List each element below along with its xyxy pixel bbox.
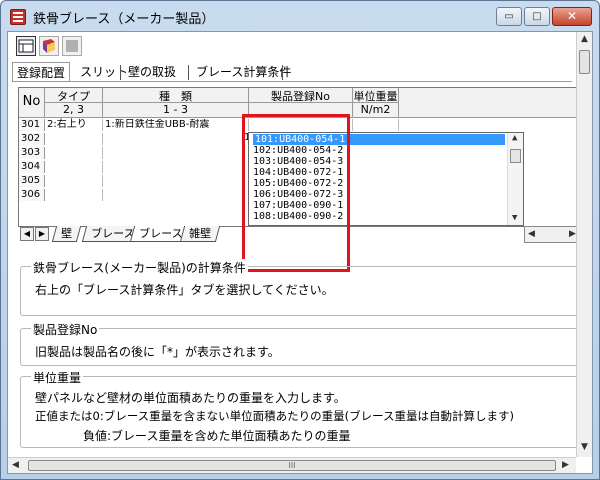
- unit-group-title: 単位重量: [31, 369, 84, 386]
- unit-group-text-2: 正値または0:ブレース重量を含まない単位面積あたりの重量(ブレース重量は自動計算…: [35, 409, 515, 423]
- disabled-tool-icon[interactable]: [62, 36, 82, 56]
- scroll-up-icon[interactable]: ▲: [581, 34, 588, 44]
- calc-group-title: 鉄骨ブレース(メーカー製品)の計算条件: [31, 259, 248, 276]
- tab-registration[interactable]: 登録配置: [12, 62, 71, 82]
- scroll-down-icon[interactable]: ▼: [581, 442, 588, 452]
- header-no[interactable]: No: [19, 88, 45, 118]
- main-window: 鉄骨ブレース（メーカー製品） ▭ □ ✕ 登録配置 スリット 壁の取扱 ブレース…: [0, 0, 600, 480]
- window-title: 鉄骨ブレース（メーカー製品）: [33, 12, 215, 27]
- minimize-button[interactable]: ▭: [496, 7, 522, 26]
- scroll-right-icon[interactable]: ▶: [569, 229, 576, 239]
- highlight-annotation: [242, 114, 350, 272]
- unit-group-text-1: 壁パネルなど壁材の単位面積あたりの重量を入力します。: [35, 391, 346, 405]
- unit-weight-group: 単位重量 壁パネルなど壁材の単位面積あたりの重量を入力します。 正値または0:ブ…: [20, 369, 580, 448]
- product-group-text: 旧製品は製品名の後に「*」が表示されます。: [35, 345, 280, 359]
- grid-hscrollbar[interactable]: ◀ ▶: [524, 226, 582, 243]
- subheader-type: 2, 3: [45, 103, 103, 118]
- close-button[interactable]: ✕: [552, 7, 592, 26]
- title-bar[interactable]: 鉄骨ブレース（メーカー製品） ▭ □ ✕: [1, 1, 599, 31]
- header-product-no[interactable]: 製品登録No: [249, 88, 353, 103]
- scroll-right-icon[interactable]: ▶: [562, 460, 569, 470]
- book-icon[interactable]: [39, 36, 59, 56]
- product-group-title: 製品登録No: [31, 321, 100, 338]
- row-no: 303: [19, 147, 45, 159]
- sheet-tab-misc-wall[interactable]: 雑壁: [179, 226, 221, 242]
- scroll-up-icon[interactable]: ▲: [512, 133, 517, 143]
- dropdown-scroll-thumb[interactable]: [510, 149, 521, 163]
- layout-tool-icon[interactable]: [16, 36, 36, 56]
- cell-kind[interactable]: 1:新日鉄住金UBB-耐震: [103, 119, 249, 131]
- scroll-down-icon[interactable]: ▼: [512, 213, 517, 223]
- scroll-grip-icon: III: [288, 461, 296, 470]
- tab-bar: 登録配置 スリット 壁の取扱 ブレース計算条件: [12, 62, 572, 82]
- client-area: 登録配置 スリット 壁の取扱 ブレース計算条件 No タイプ 種 類 製品登録N…: [7, 31, 593, 474]
- header-type[interactable]: タイプ: [45, 88, 103, 103]
- header-unit-weight[interactable]: 単位重量: [353, 88, 399, 103]
- tab-brace-calc[interactable]: ブレース計算条件: [192, 62, 295, 82]
- calc-group-text: 右上の「ブレース計算条件」タブを選択してください。: [35, 283, 334, 297]
- row-no: 302: [19, 133, 45, 145]
- horizontal-scrollbar[interactable]: ◀ III ▶: [8, 457, 576, 473]
- sheet-next-icon[interactable]: ▶: [35, 227, 49, 241]
- vertical-scrollbar[interactable]: ▲ ▼: [576, 32, 592, 457]
- horizontal-scroll-thumb[interactable]: III: [28, 460, 556, 471]
- scroll-left-icon[interactable]: ◀: [528, 229, 535, 239]
- maximize-button[interactable]: □: [524, 7, 550, 26]
- row-no: 301: [19, 119, 45, 131]
- product-no-group: 製品登録No 旧製品は製品名の後に「*」が表示されます。: [20, 321, 580, 366]
- calc-condition-group: 鉄骨ブレース(メーカー製品)の計算条件 右上の「ブレース計算条件」タブを選択して…: [20, 259, 580, 316]
- toolbar: [10, 34, 570, 60]
- cell-type[interactable]: 2:右上り: [45, 119, 103, 131]
- row-no: 304: [19, 161, 45, 173]
- scroll-left-icon[interactable]: ◀: [12, 460, 19, 470]
- row-no: 306: [19, 189, 45, 201]
- row-no: 305: [19, 175, 45, 187]
- sheet-tabs: ◀ ▶ 壁 ブレース1 ブレース2 雑壁: [18, 226, 578, 243]
- header-kind[interactable]: 種 類: [103, 88, 249, 103]
- subheader-kind: 1 - 3: [103, 103, 249, 118]
- sheet-prev-icon[interactable]: ◀: [20, 227, 34, 241]
- app-icon: [10, 9, 26, 25]
- vertical-scroll-thumb[interactable]: [579, 50, 590, 74]
- subheader-unit: N/m2: [353, 103, 399, 118]
- unit-group-text-3: 負値:ブレース重量を含めた単位面積あたりの重量: [83, 429, 351, 443]
- sheet-tab-wall[interactable]: 壁: [51, 226, 82, 242]
- tab-wall-handling[interactable]: 壁の取扱: [124, 62, 180, 82]
- dropdown-scrollbar[interactable]: ▲ ▼: [507, 133, 523, 225]
